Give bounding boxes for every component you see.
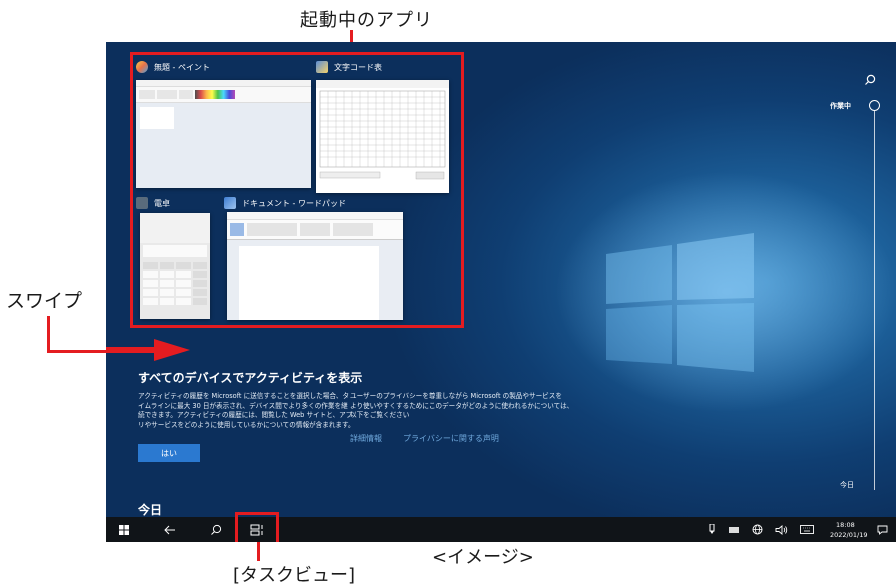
- timeline-track[interactable]: [874, 110, 875, 490]
- notification-icon[interactable]: [874, 517, 890, 542]
- annotation-leader-taskview: [257, 541, 260, 561]
- timeline-working-label: 作業中: [830, 102, 851, 110]
- search-icon[interactable]: [206, 517, 226, 542]
- swipe-arrow: [106, 339, 190, 361]
- annotation-task-view: [タスクビュー]: [233, 565, 356, 584]
- details-link[interactable]: 詳細情報: [350, 433, 382, 444]
- annotation-leader-swipe-vertical: [47, 316, 50, 353]
- timeline-today-label: 今日: [840, 481, 854, 489]
- yes-button[interactable]: はい: [138, 444, 200, 462]
- touch-keyboard-tray-icon[interactable]: [727, 517, 741, 542]
- activity-heading: すべてのデバイスでアクティビティを表示: [138, 371, 363, 385]
- annotation-image-note: <イメージ>: [432, 547, 534, 568]
- clock-date[interactable]: 2022/01/19: [830, 531, 867, 539]
- activity-description-left: アクティビティの履歴を Microsoft に送信することを選択した場合、タ イ…: [138, 392, 355, 429]
- back-icon[interactable]: [160, 517, 180, 542]
- keyboard-icon[interactable]: [798, 517, 816, 542]
- search-icon[interactable]: [864, 74, 876, 86]
- pen-icon[interactable]: [705, 517, 719, 542]
- task-view-highlight: [235, 512, 279, 542]
- desktop-screen: 無題 - ペイント 文字コード表 電卓 ドキュメント - ワードパッド すべての…: [106, 42, 896, 542]
- timeline-scroll-knob[interactable]: [869, 100, 880, 111]
- volume-icon[interactable]: [773, 517, 789, 542]
- annotation-swipe: スワイプ: [6, 290, 83, 312]
- today-heading: 今日: [138, 503, 163, 517]
- annotation-running-apps: 起動中のアプリ: [300, 10, 433, 31]
- network-icon[interactable]: [750, 517, 764, 542]
- clock-time[interactable]: 18:08: [836, 521, 855, 529]
- start-icon[interactable]: [116, 517, 132, 542]
- privacy-statement-link[interactable]: プライバシーに関する声明: [403, 433, 499, 444]
- activity-description-right: ユーザーのプライバシーを尊重しながら Microsoft の製品やサービスを よ…: [350, 392, 574, 419]
- running-apps-highlight: [130, 52, 464, 328]
